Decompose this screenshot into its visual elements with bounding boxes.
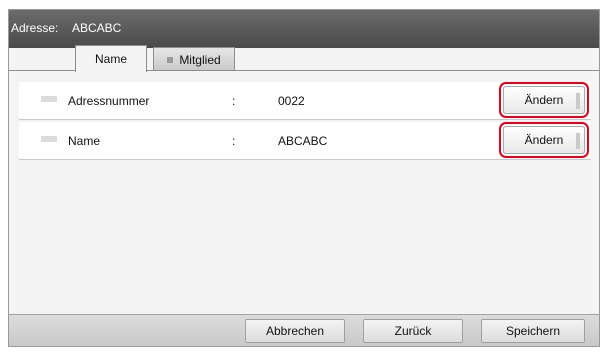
footer-bar: Abbrechen Zurück Speichern	[9, 314, 599, 346]
title-bar: Adresse: ABCABC	[9, 10, 599, 48]
back-button[interactable]: Zurück	[363, 319, 463, 343]
address-number-row: Adressnummer : 0022 Ändern	[19, 82, 591, 120]
tab-mitglied-label: Mitglied	[179, 52, 221, 67]
tab-marker-icon	[167, 56, 174, 63]
address-dialog: Adresse: ABCABC Name Mitglied Adressnumm…	[8, 9, 600, 347]
address-number-separator: :	[232, 94, 236, 108]
change-button-label: Ändern	[524, 133, 564, 147]
save-button[interactable]: Speichern	[481, 319, 585, 343]
address-number-value: 0022	[278, 94, 305, 108]
address-value: ABCABC	[72, 21, 122, 35]
tab-name[interactable]: Name	[75, 45, 147, 72]
name-value: ABCABC	[278, 134, 328, 148]
tab-mitglied[interactable]: Mitglied	[153, 47, 235, 71]
back-button-label: Zurück	[394, 324, 432, 338]
address-number-label: Adressnummer	[68, 94, 150, 108]
name-separator: :	[232, 134, 236, 148]
change-button-label: Ändern	[524, 93, 564, 107]
cancel-button[interactable]: Abbrechen	[245, 319, 345, 343]
name-label: Name	[68, 134, 101, 148]
name-row: Name : ABCABC Ändern	[19, 122, 591, 160]
cancel-button-label: Abbrechen	[265, 324, 325, 338]
row-marker-icon	[41, 136, 57, 142]
tab-name-label: Name	[94, 52, 127, 66]
change-address-number-button[interactable]: Ändern	[503, 86, 585, 114]
save-button-label: Speichern	[505, 324, 561, 338]
row-marker-icon	[41, 96, 57, 102]
address-label: Adresse:	[11, 21, 59, 35]
change-name-button[interactable]: Ändern	[503, 126, 585, 154]
